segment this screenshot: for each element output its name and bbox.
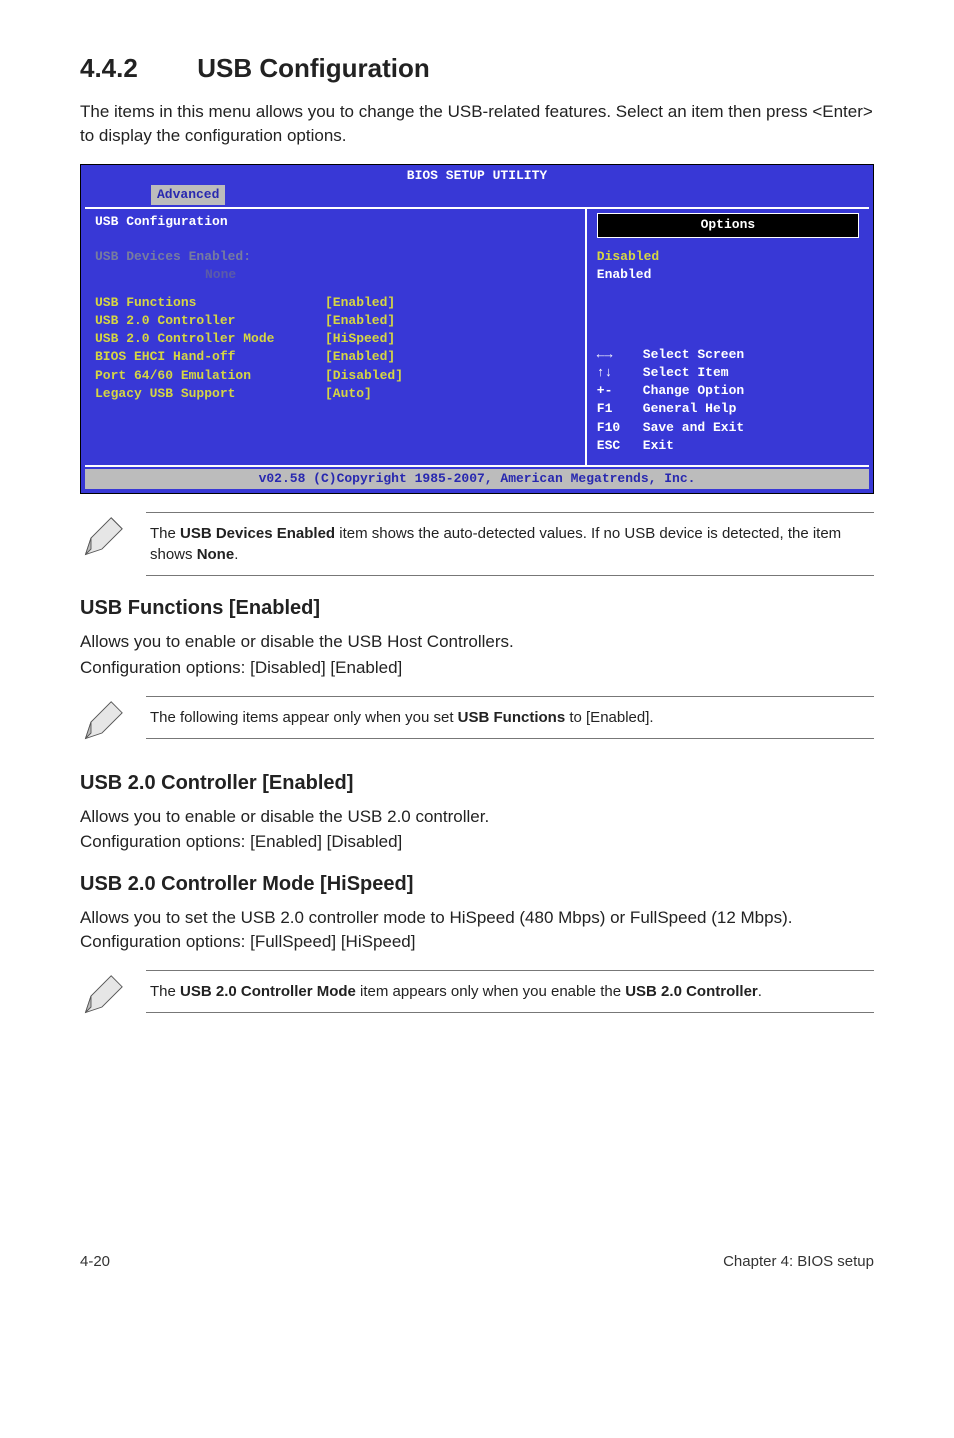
bios-help-text: Exit <box>643 437 674 455</box>
section-number: 4.4.2 <box>80 50 190 86</box>
note-text: The USB 2.0 Controller Mode item appears… <box>146 970 874 1013</box>
bios-row-port-6460-emulation[interactable]: Port 64/60 Emulation [Disabled] <box>95 367 575 385</box>
note-text-part: The <box>150 525 180 542</box>
note-bold: USB Functions <box>458 709 566 726</box>
bios-row-usb20-controller-mode[interactable]: USB 2.0 Controller Mode [HiSpeed] <box>95 330 575 348</box>
note-text: The USB Devices Enabled item shows the a… <box>146 512 874 576</box>
f1-key-label: F1 <box>597 400 643 418</box>
bios-tab-row: Advanced <box>81 185 873 207</box>
arrow-left-right-icon: ←→ <box>597 346 643 364</box>
bios-help-row: F1General Help <box>597 400 859 418</box>
note-bold: None <box>197 546 235 563</box>
note-text-part: . <box>234 546 238 563</box>
usb-functions-desc: Allows you to enable or disable the USB … <box>80 630 874 654</box>
bios-row-value: [Auto] <box>325 385 372 403</box>
bios-help-block: ←→Select Screen ↑↓Select Item +-Change O… <box>597 346 859 455</box>
bios-help-text: Save and Exit <box>643 419 744 437</box>
bios-row-value: [Disabled] <box>325 367 403 385</box>
pencil-icon <box>80 700 124 744</box>
bios-panel: BIOS SETUP UTILITY Advanced USB Configur… <box>80 164 874 494</box>
chapter-label: Chapter 4: BIOS setup <box>723 1251 874 1272</box>
bios-help-text: Select Item <box>643 364 729 382</box>
pencil-icon <box>80 974 124 1018</box>
bios-row-label: Legacy USB Support <box>95 385 325 403</box>
note-bold: USB 2.0 Controller Mode <box>180 983 356 1000</box>
bios-option-enabled[interactable]: Enabled <box>597 266 859 284</box>
f10-key-label: F10 <box>597 419 643 437</box>
page-number: 4-20 <box>80 1251 110 1272</box>
bios-footer: v02.58 (C)Copyright 1985-2007, American … <box>85 469 869 489</box>
bios-devices-label: USB Devices Enabled: <box>95 248 575 266</box>
note-bold: USB 2.0 Controller <box>625 983 758 1000</box>
note-text-part: item appears only when you enable the <box>356 983 625 1000</box>
bios-help-row: ←→Select Screen <box>597 346 859 364</box>
plus-minus-icon: +- <box>597 382 643 400</box>
usb20-controller-mode-desc: Allows you to set the USB 2.0 controller… <box>80 906 874 954</box>
page-footer: 4-20 Chapter 4: BIOS setup <box>80 1245 874 1272</box>
bios-title: BIOS SETUP UTILITY <box>81 165 873 185</box>
bios-row-value: [Enabled] <box>325 348 395 366</box>
note-text-part: . <box>758 983 762 1000</box>
note-text-part: The following items appear only when you… <box>150 709 458 726</box>
bios-row-bios-ehci-handoff[interactable]: BIOS EHCI Hand-off [Enabled] <box>95 348 575 366</box>
note-usb-devices-enabled: The USB Devices Enabled item shows the a… <box>80 512 874 576</box>
bios-help-text: Select Screen <box>643 346 744 364</box>
bios-row-value: [HiSpeed] <box>325 330 395 348</box>
bios-row-value: [Enabled] <box>325 312 395 330</box>
usb20-controller-mode-heading: USB 2.0 Controller Mode [HiSpeed] <box>80 870 874 898</box>
bios-help-row: +-Change Option <box>597 382 859 400</box>
note-text-part: The <box>150 983 180 1000</box>
arrow-up-down-icon: ↑↓ <box>597 364 643 382</box>
bios-row-label: Port 64/60 Emulation <box>95 367 325 385</box>
bios-row-label: USB 2.0 Controller Mode <box>95 330 325 348</box>
section-heading: 4.4.2 USB Configuration <box>80 50 874 86</box>
pencil-icon <box>80 516 124 560</box>
bios-help-row: ESCExit <box>597 437 859 455</box>
note-usb-functions-enabled: The following items appear only when you… <box>80 696 874 751</box>
usb20-controller-options: Configuration options: [Enabled] [Disabl… <box>80 830 874 854</box>
note-text: The following items appear only when you… <box>146 696 874 739</box>
note-usb20-controller-mode: The USB 2.0 Controller Mode item appears… <box>80 970 874 1025</box>
bios-row-label: BIOS EHCI Hand-off <box>95 348 325 366</box>
bios-row-label: USB Functions <box>95 294 325 312</box>
bios-devices-value: None <box>205 266 575 284</box>
bios-row-label: USB 2.0 Controller <box>95 312 325 330</box>
bios-row-value: [Enabled] <box>325 294 395 312</box>
bios-panel-title: USB Configuration <box>95 213 575 231</box>
usb20-controller-desc: Allows you to enable or disable the USB … <box>80 805 874 829</box>
bios-left-pane: USB Configuration USB Devices Enabled: N… <box>85 209 587 465</box>
bios-row-legacy-usb-support[interactable]: Legacy USB Support [Auto] <box>95 385 575 403</box>
bios-row-usb-functions[interactable]: USB Functions [Enabled] <box>95 294 575 312</box>
note-text-part: to [Enabled]. <box>565 709 653 726</box>
usb20-controller-heading: USB 2.0 Controller [Enabled] <box>80 769 874 797</box>
esc-key-label: ESC <box>597 437 643 455</box>
bios-help-text: General Help <box>643 400 737 418</box>
bios-row-usb20-controller[interactable]: USB 2.0 Controller [Enabled] <box>95 312 575 330</box>
bios-help-row: F10Save and Exit <box>597 419 859 437</box>
intro-paragraph: The items in this menu allows you to cha… <box>80 100 874 148</box>
section-title: USB Configuration <box>197 53 430 83</box>
bios-tab-advanced[interactable]: Advanced <box>151 185 225 205</box>
bios-options-title: Options <box>597 213 859 237</box>
note-bold: USB Devices Enabled <box>180 525 335 542</box>
usb-functions-heading: USB Functions [Enabled] <box>80 594 874 622</box>
bios-option-disabled[interactable]: Disabled <box>597 248 859 266</box>
usb-functions-options: Configuration options: [Disabled] [Enabl… <box>80 656 874 680</box>
bios-help-text: Change Option <box>643 382 744 400</box>
bios-help-row: ↑↓Select Item <box>597 364 859 382</box>
bios-right-pane: Options Disabled Enabled ←→Select Screen… <box>587 209 869 465</box>
